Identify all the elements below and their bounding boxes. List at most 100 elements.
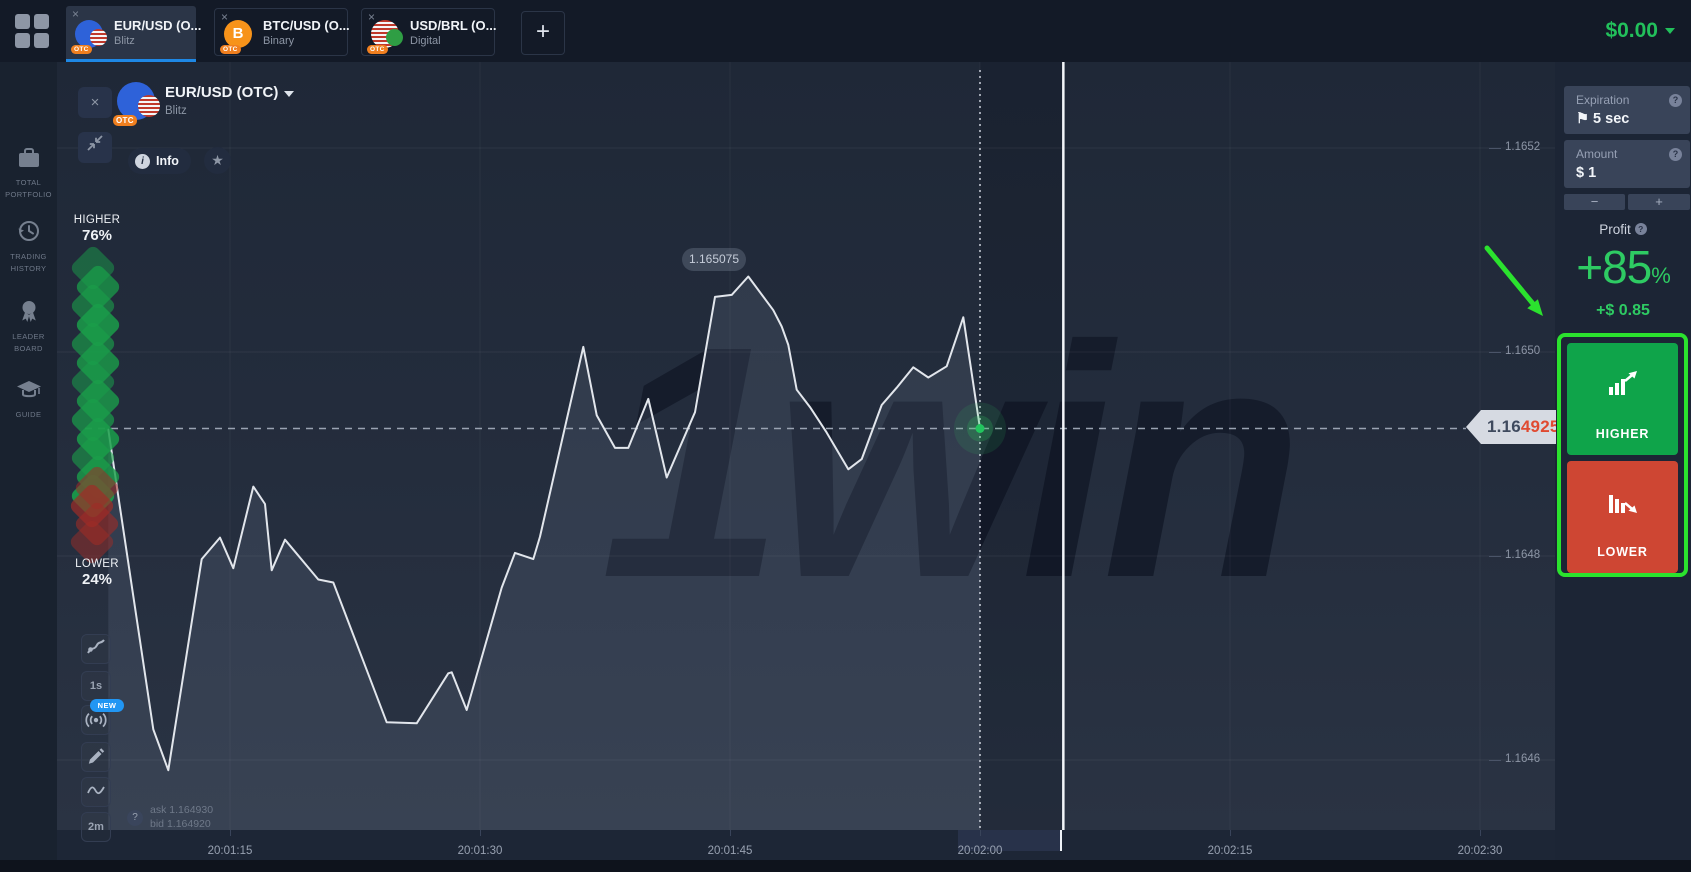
- x-axis-tick: [480, 830, 481, 836]
- medal-icon: [16, 298, 42, 324]
- ask-bid-quote: ask 1.164930 bid 1.164920: [150, 803, 213, 831]
- x-axis-label: 20:02:15: [1190, 845, 1270, 857]
- y-axis-tick: [1489, 556, 1501, 557]
- graduation-cap-icon: [15, 378, 43, 402]
- x-axis-label: 20:01:30: [440, 845, 520, 857]
- collapse-chart-button[interactable]: [78, 132, 112, 163]
- sidebar-item-total-portfolio[interactable]: TOTALPORTFOLIO: [0, 146, 57, 201]
- info-button[interactable]: i Info: [128, 148, 191, 174]
- x-axis-label: 20:01:15: [190, 845, 270, 857]
- info-icon: i: [135, 154, 150, 169]
- pencil-icon: [84, 743, 108, 767]
- profit-amount: +$ 0.85: [1555, 302, 1691, 320]
- price-chart[interactable]: [57, 62, 1555, 835]
- instrument-selector[interactable]: EUR/USD (OTC): [165, 84, 294, 101]
- balance-dropdown[interactable]: $0.00: [1605, 19, 1675, 43]
- x-axis-tick: [1480, 830, 1481, 836]
- sidebar-item-trading-history[interactable]: TRADINGHISTORY: [0, 218, 57, 275]
- top-bar: × OTC EUR/USD (O... Blitz × B OTC BTC/US…: [0, 0, 1691, 62]
- left-sidebar: TOTALPORTFOLIO TRADINGHISTORY LEADERBOAR…: [0, 62, 57, 872]
- line-tools-button[interactable]: [81, 777, 111, 807]
- peak-price-label: 1.165075: [682, 248, 746, 271]
- eurusd-flag-icon: OTC: [75, 20, 107, 52]
- y-axis-label: 1.1650: [1505, 345, 1557, 357]
- y-axis-tick: [1489, 352, 1501, 353]
- y-axis-tick: [1489, 148, 1501, 149]
- history-icon: [16, 218, 42, 244]
- sentiment-lower: LOWER 24%: [65, 558, 129, 588]
- sidebar-item-leaderboard[interactable]: LEADERBOARD: [0, 298, 57, 355]
- x-axis-tick: [1230, 830, 1231, 836]
- quote-help-icon[interactable]: ?: [127, 810, 143, 826]
- grid-square: [34, 33, 49, 48]
- amount-value[interactable]: $ 1: [1576, 165, 1596, 181]
- time-axis: 20:01:15 20:01:30 20:01:45 20:02:00 20:02:15…: [57, 830, 1555, 860]
- usdbrl-flag-icon: OTC: [371, 20, 403, 52]
- amount-decrease-button[interactable]: −: [1564, 194, 1625, 210]
- y-axis-label: 1.1648: [1505, 549, 1557, 561]
- profit-label-row: Profit?: [1555, 222, 1691, 237]
- tab-usdbrl[interactable]: × OTC USD/BRL (O... Digital: [361, 8, 495, 56]
- y-axis-label: 1.1652: [1505, 141, 1557, 153]
- add-asset-button[interactable]: +: [521, 11, 565, 55]
- close-tab-icon[interactable]: ×: [72, 8, 79, 20]
- close-chart-button[interactable]: ×: [78, 87, 112, 118]
- x-axis-tick: [980, 830, 981, 836]
- x-axis-tick: [730, 830, 731, 836]
- chevron-down-icon: [284, 91, 294, 97]
- favorite-star-icon[interactable]: ★: [204, 147, 231, 174]
- help-icon: ?: [1635, 223, 1647, 235]
- tab-subtitle: Blitz: [114, 35, 135, 47]
- help-icon[interactable]: ?: [1669, 148, 1682, 161]
- tab-subtitle: Digital: [410, 35, 441, 47]
- new-badge: NEW: [90, 699, 124, 712]
- tab-title: BTC/USD (O...: [263, 18, 350, 33]
- apps-grid-icon[interactable]: [12, 11, 52, 51]
- tab-eurusd[interactable]: × OTC EUR/USD (O... Blitz: [66, 6, 196, 62]
- x-axis-label: 20:02:00: [940, 845, 1020, 857]
- grid-square: [34, 14, 49, 29]
- balance-amount: $0.00: [1605, 19, 1658, 43]
- expiration-value: 5 sec: [1593, 111, 1629, 127]
- chart-type-icon: [84, 635, 108, 659]
- higher-button[interactable]: HIGHER: [1567, 343, 1678, 455]
- flag-icon: ⚑: [1576, 111, 1589, 127]
- window-bottom-edge: [0, 860, 1691, 872]
- btcusd-icon: B OTC: [224, 20, 256, 52]
- sentiment-higher: HIGHER 76%: [65, 214, 129, 244]
- trade-panel: Expiration ? ⚑ 5 sec Amount ? $ 1 − + Pr…: [1555, 62, 1691, 872]
- x-axis-label: 20:01:45: [690, 845, 770, 857]
- chart-type-button[interactable]: [81, 634, 111, 664]
- expiration-box[interactable]: Expiration ? ⚑ 5 sec: [1564, 86, 1690, 134]
- grid-square: [15, 14, 30, 29]
- x-axis-tick: [230, 830, 231, 836]
- x-axis-label: 20:02:30: [1440, 845, 1520, 857]
- tab-subtitle: Binary: [263, 35, 294, 47]
- chart-area[interactable]: 1win × OTC EUR/USD (OTC) Blitz i Info ★ …: [57, 62, 1555, 830]
- ask-value: 1.164930: [169, 804, 213, 816]
- y-axis-tick: [1489, 760, 1501, 761]
- chevron-down-icon: [1665, 28, 1675, 34]
- trend-down-icon: [1606, 487, 1640, 515]
- collapse-arrows-icon: [84, 132, 106, 154]
- draw-tools-button[interactable]: [81, 742, 111, 772]
- tab-title: USD/BRL (O...: [410, 18, 496, 33]
- sidebar-item-guide[interactable]: GUIDE: [0, 378, 57, 421]
- tab-btcusd[interactable]: × B OTC BTC/USD (O... Binary: [214, 8, 348, 56]
- amount-increase-button[interactable]: +: [1628, 194, 1690, 210]
- profit-percent: +85%: [1555, 240, 1691, 294]
- briefcase-icon: [16, 146, 42, 170]
- trend-up-icon: [1606, 369, 1640, 397]
- y-axis-label: 1.1646: [1505, 753, 1557, 765]
- amount-box[interactable]: Amount ? $ 1: [1564, 140, 1690, 188]
- timeframe-1s-button[interactable]: 1s: [81, 671, 111, 701]
- grid-square: [15, 33, 30, 48]
- curve-icon: [84, 778, 108, 802]
- bid-value: 1.164920: [167, 818, 211, 830]
- instrument-flag-icon: OTC: [117, 82, 161, 126]
- instrument-mode: Blitz: [165, 105, 187, 117]
- tab-title: EUR/USD (O...: [114, 18, 201, 33]
- lower-button[interactable]: LOWER: [1567, 461, 1678, 573]
- help-icon[interactable]: ?: [1669, 94, 1682, 107]
- current-price-tag: 1.164925: [1466, 410, 1556, 444]
